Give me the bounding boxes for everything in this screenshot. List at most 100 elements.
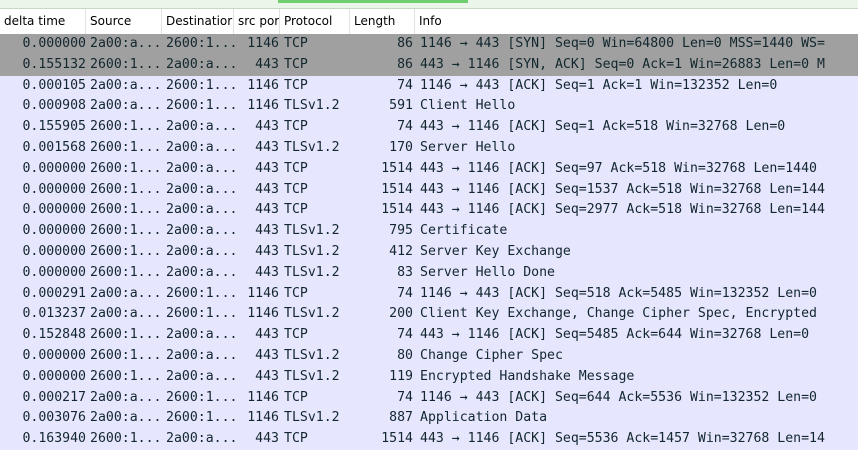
packet-row[interactable]: 0.152848 2600:1... 2a00:a... 443 TCP 74 443 → … <box>0 325 858 346</box>
packet-source: 2600:1... <box>90 223 162 239</box>
packet-source: 2600:1... <box>90 347 162 363</box>
packet-row[interactable]: 0.000000 2600:1... 2a00:a... 443 TLSv1.2 83 Se… <box>0 262 858 284</box>
packet-length: 170 <box>389 139 413 155</box>
packet-delta-time: 0.000217 <box>22 389 86 405</box>
packet-src-port: 1146 <box>247 77 279 93</box>
packet-source: 2600:1... <box>90 243 162 259</box>
packet-destination: 2a00:a... <box>166 327 236 343</box>
packet-destination: 2600:1... <box>166 77 236 93</box>
packet-source: 2a00:a... <box>90 306 162 322</box>
packet-destination: 2a00:a... <box>166 243 236 259</box>
packet-row[interactable]: 0.155132 2600:1... 2a00:a... 443 TCP 86 443 → … <box>0 54 858 76</box>
column-header-destination[interactable]: Destinatior <box>162 9 234 34</box>
packet-source: 2a00:a... <box>90 410 162 426</box>
packet-delta-time: 0.155905 <box>22 119 86 135</box>
packet-src-port: 443 <box>255 181 279 197</box>
packet-row[interactable]: 0.163940 2600:1... 2a00:a... 443 TCP 1514 443 … <box>0 429 858 450</box>
packet-row[interactable]: 0.000000 2600:1... 2a00:a... 443 TLSv1.2 795 C… <box>0 221 858 242</box>
packet-destination: 2600:1... <box>166 285 236 301</box>
packet-delta-time: 0.000000 <box>22 264 86 280</box>
packet-source: 2a00:a... <box>90 389 162 405</box>
packet-source: 2600:1... <box>90 368 162 384</box>
column-header-delta-time[interactable]: delta time <box>0 9 86 34</box>
packet-protocol: TCP <box>284 77 308 93</box>
packet-delta-time: 0.013237 <box>22 306 86 322</box>
packet-protocol: TCP <box>284 56 308 72</box>
packet-row[interactable]: 0.000000 2600:1... 2a00:a... 443 TCP 1514 443 … <box>0 179 858 201</box>
packet-delta-time: 0.000291 <box>22 285 86 301</box>
packet-source: 2600:1... <box>90 264 162 280</box>
packet-source: 2a00:a... <box>90 98 162 114</box>
packet-row[interactable]: 0.155905 2600:1... 2a00:a... 443 TCP 74 443 → … <box>0 117 858 138</box>
packet-protocol: TLSv1.2 <box>284 347 340 363</box>
packet-info: 1146 → 443 [ACK] Seq=644 Ack=5536 Win=13… <box>420 389 817 405</box>
packet-delta-time: 0.000000 <box>22 368 86 384</box>
packet-length: 1514 <box>381 160 413 176</box>
packet-length: 74 <box>397 285 413 301</box>
packet-src-port: 1146 <box>247 410 279 426</box>
packet-source: 2600:1... <box>90 160 162 176</box>
packet-delta-time: 0.000105 <box>22 77 86 93</box>
packet-protocol: TCP <box>284 285 308 301</box>
packet-info: 443 → 1146 [ACK] Seq=5485 Ack=644 Win=32… <box>420 327 810 343</box>
packet-list: 0.000000 2a00:a... 2600:1... 1146 TCP 86 1146 … <box>0 34 858 450</box>
packet-length: 86 <box>397 56 413 72</box>
packet-row[interactable]: 0.003076 2a00:a... 2600:1... 1146 TLSv1.2 887… <box>0 408 858 430</box>
packet-protocol: TLSv1.2 <box>284 410 340 426</box>
packet-row[interactable]: 0.000291 2a00:a... 2600:1... 1146 TCP 74 1146 … <box>0 283 858 305</box>
packet-row[interactable]: 0.000105 2a00:a... 2600:1... 1146 TCP 74 1146 … <box>0 75 858 97</box>
packet-row[interactable]: 0.000000 2600:1... 2a00:a... 443 TCP 1514 443 … <box>0 158 858 180</box>
packet-info: 443 → 1146 [ACK] Seq=1537 Ack=518 Win=32… <box>420 181 825 197</box>
packet-source: 2600:1... <box>90 327 162 343</box>
packet-destination: 2a00:a... <box>166 139 236 155</box>
packet-protocol: TCP <box>284 36 308 51</box>
packet-info: Server Key Exchange <box>420 243 571 259</box>
packet-source: 2a00:a... <box>90 285 162 301</box>
packet-delta-time: 0.000908 <box>22 98 86 114</box>
packet-row[interactable]: 0.001568 2600:1... 2a00:a... 443 TLSv1.2 170 S… <box>0 137 858 159</box>
column-header-protocol[interactable]: Protocol <box>280 9 350 34</box>
packet-protocol: TLSv1.2 <box>284 243 340 259</box>
column-header-src-port[interactable]: src por <box>234 9 280 34</box>
packet-protocol: TCP <box>284 327 308 343</box>
packet-src-port: 443 <box>255 264 279 280</box>
packet-row[interactable]: 0.000000 2600:1... 2a00:a... 443 TLSv1.2 119 E… <box>0 366 858 388</box>
packet-info: Server Hello <box>420 139 516 155</box>
packet-row[interactable]: 0.000908 2a00:a... 2600:1... 1146 TLSv1.2 591… <box>0 96 858 118</box>
packet-info: Certificate <box>420 223 508 239</box>
packet-info: Change Cipher Spec <box>420 347 563 363</box>
packet-length: 80 <box>397 347 413 363</box>
packet-source: 2600:1... <box>90 139 162 155</box>
packet-destination: 2600:1... <box>166 306 236 322</box>
packet-row[interactable]: 0.000000 2600:1... 2a00:a... 443 TLSv1.2 412 S… <box>0 241 858 263</box>
column-header-source[interactable]: Source <box>86 9 162 34</box>
packet-row[interactable]: 0.000000 2600:1... 2a00:a... 443 TCP 1514 443 … <box>0 200 858 222</box>
packet-protocol: TCP <box>284 160 308 176</box>
packet-info: 1146 → 443 [ACK] Seq=518 Ack=5485 Win=13… <box>420 285 817 301</box>
toolbar-edge <box>0 0 858 9</box>
packet-src-port: 1146 <box>247 285 279 301</box>
packet-src-port: 443 <box>255 139 279 155</box>
packet-row[interactable]: 0.000000 2a00:a... 2600:1... 1146 TCP 86 1146 … <box>0 34 858 55</box>
packet-src-port: 443 <box>255 160 279 176</box>
packet-length: 74 <box>397 77 413 93</box>
column-header-info[interactable]: Info <box>415 9 858 34</box>
column-header-length[interactable]: Length <box>350 9 415 34</box>
packet-length: 1514 <box>381 431 413 447</box>
packet-delta-time: 0.000000 <box>22 160 86 176</box>
packet-info: 443 → 1146 [ACK] Seq=2977 Ack=518 Win=32… <box>420 202 825 218</box>
packet-row[interactable]: 0.000000 2600:1... 2a00:a... 443 TLSv1.2 80 Ch… <box>0 345 858 367</box>
packet-destination: 2600:1... <box>166 410 236 426</box>
packet-src-port: 443 <box>255 56 279 72</box>
packet-destination: 2a00:a... <box>166 202 236 218</box>
packet-info: Encrypted Handshake Message <box>420 368 635 384</box>
packet-info: Client Hello <box>420 98 516 114</box>
packet-source: 2a00:a... <box>90 77 162 93</box>
packet-length: 74 <box>397 119 413 135</box>
packet-delta-time: 0.000000 <box>22 181 86 197</box>
packet-protocol: TCP <box>284 431 308 447</box>
packet-row[interactable]: 0.000217 2a00:a... 2600:1... 1146 TCP 74 1146 … <box>0 387 858 409</box>
packet-source: 2600:1... <box>90 181 162 197</box>
packet-row[interactable]: 0.013237 2a00:a... 2600:1... 1146 TLSv1.2 200… <box>0 304 858 326</box>
packet-info: Server Hello Done <box>420 264 555 280</box>
